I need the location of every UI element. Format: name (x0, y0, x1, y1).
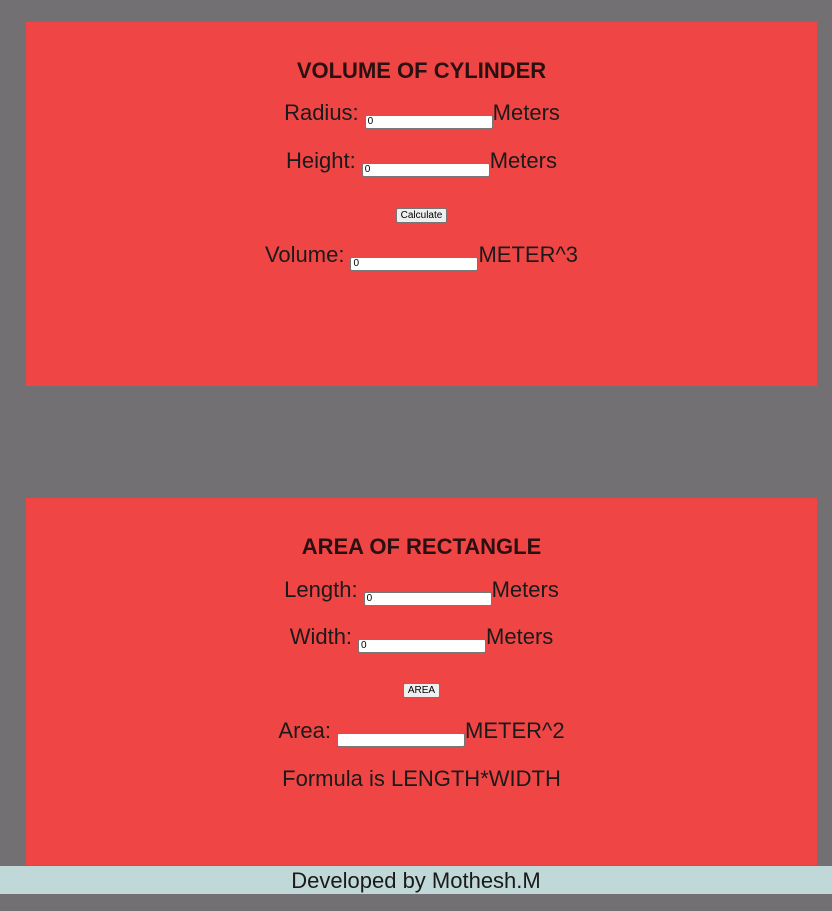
cylinder-panel: VOLUME OF CYLINDER Radius: Meters Height:… (26, 22, 817, 386)
footer: Developed by Mothesh.M (0, 866, 832, 894)
volume-label: Volume: (264, 242, 345, 267)
area-row: Area: METER^2 (26, 718, 817, 747)
calculate-row: Calculate (26, 205, 817, 223)
height-input[interactable] (361, 162, 490, 177)
length-unit: Meters (491, 577, 559, 602)
area-unit: METER^2 (465, 718, 565, 743)
height-row: Height: Meters (26, 148, 817, 177)
rectangle-title: AREA OF RECTANGLE (301, 534, 542, 559)
volume-unit: METER^3 (478, 242, 579, 267)
radius-unit: Meters (492, 100, 560, 125)
area-output[interactable] (337, 732, 466, 747)
radius-label: Radius: (284, 100, 359, 125)
radius-row: Radius: Meters (26, 100, 817, 129)
volume-row: Volume: METER^3 (26, 242, 817, 271)
length-row: Length: Meters (26, 577, 817, 606)
area-button[interactable]: AREA (402, 683, 441, 698)
area-button-row: AREA (26, 680, 817, 698)
radius-input[interactable] (364, 114, 493, 129)
width-label: Width: (289, 624, 353, 649)
rectangle-panel: AREA OF RECTANGLE Length: Meters Width: Me… (26, 498, 817, 865)
width-row: Width: Meters (26, 624, 817, 653)
area-label: Area: (278, 718, 332, 743)
calculate-button[interactable]: Calculate (395, 208, 448, 223)
formula-text: Formula is LENGTH*WIDTH (282, 766, 561, 791)
cylinder-title: VOLUME OF CYLINDER (296, 58, 547, 83)
length-input[interactable] (363, 591, 492, 606)
volume-output[interactable] (350, 256, 479, 271)
width-input[interactable] (358, 638, 487, 653)
height-unit: Meters (489, 148, 557, 173)
length-label: Length: (284, 577, 358, 602)
width-unit: Meters (486, 624, 554, 649)
height-label: Height: (286, 148, 356, 173)
